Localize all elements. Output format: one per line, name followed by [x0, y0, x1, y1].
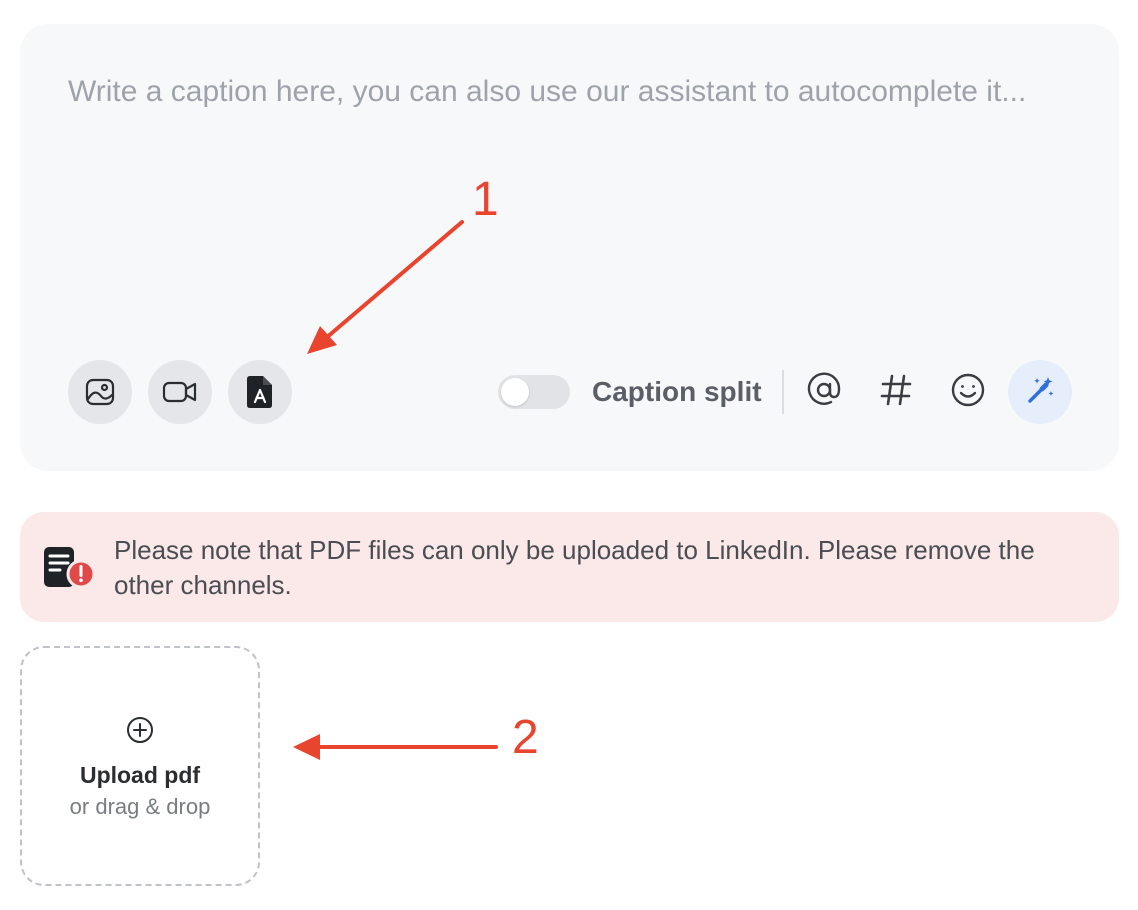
at-mention-icon [806, 372, 842, 413]
add-image-button[interactable] [68, 360, 132, 424]
annotation-label-2: 2 [512, 711, 539, 764]
hashtag-button[interactable] [864, 360, 928, 424]
alert-message: Please note that PDF files can only be u… [114, 535, 1035, 600]
add-video-button[interactable] [148, 360, 212, 424]
emoji-button[interactable] [936, 360, 1000, 424]
ai-assistant-button[interactable] [1008, 360, 1072, 424]
annotation-label-1: 1 [472, 173, 499, 226]
hashtag-icon [878, 372, 914, 413]
mention-button[interactable] [792, 360, 856, 424]
upload-subtitle: or drag & drop [69, 794, 211, 819]
video-icon [162, 376, 198, 408]
toolbar-divider [782, 370, 784, 414]
pdf-channel-alert: Please note that PDF files can only be u… [20, 512, 1119, 622]
image-icon [84, 376, 116, 408]
toggle-knob [501, 378, 529, 406]
emoji-icon [950, 372, 986, 413]
annotation-arrow-2 [293, 734, 498, 760]
magic-wand-icon [1024, 374, 1056, 411]
add-pdf-button[interactable] [228, 360, 292, 424]
document-warning-icon [42, 546, 98, 597]
plus-circle-icon [126, 716, 154, 749]
upload-pdf-dropzone[interactable]: Upload pdf or drag & drop [20, 646, 260, 886]
post-composer: Caption split [20, 24, 1119, 471]
pdf-file-icon [246, 375, 274, 409]
caption-split-label: Caption split [592, 376, 762, 407]
upload-title: Upload pdf [79, 762, 201, 788]
caption-split-toggle[interactable] [498, 375, 570, 409]
caption-input[interactable] [68, 72, 1068, 322]
